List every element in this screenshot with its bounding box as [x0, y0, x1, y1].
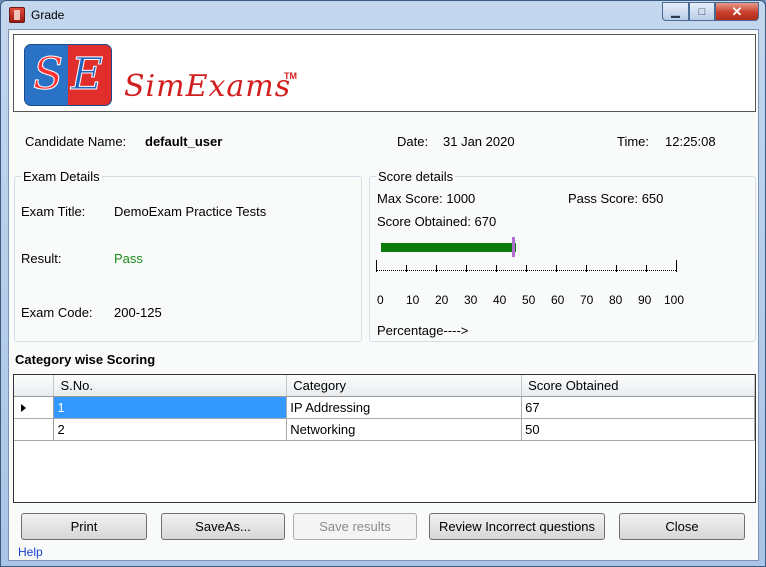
candidate-name: default_user — [145, 134, 223, 149]
exam-title-value: DemoExam Practice Tests — [114, 204, 267, 219]
print-button[interactable]: Print — [21, 513, 147, 540]
scale-tick — [526, 265, 527, 272]
scale-label: 50 — [522, 293, 536, 307]
scale-label: 60 — [551, 293, 565, 307]
cell-score[interactable]: 50 — [521, 418, 755, 441]
candidate-name-label: Candidate Name: — [25, 134, 127, 149]
category-grid[interactable]: S.No. Category Score Obtained 1 IP Addre… — [13, 374, 756, 503]
score-details-title: Score details — [376, 169, 456, 184]
scale-tick — [376, 260, 377, 272]
percentage-label: Percentage----> — [377, 323, 469, 338]
window-title: Grade — [31, 8, 65, 22]
table-row[interactable]: 2 Networking 50 — [14, 418, 755, 441]
minimize-button[interactable]: ▁ — [662, 2, 689, 21]
client-area: S E SimExams TM Candidate Name: default_… — [8, 29, 759, 561]
exam-title-label: Exam Title: — [21, 204, 86, 219]
scale-label: 30 — [464, 293, 478, 307]
logo-letter-e: E — [70, 49, 104, 101]
save-as-button[interactable]: SaveAs... — [161, 513, 285, 540]
close-button[interactable]: Close — [619, 513, 745, 540]
maximize-button[interactable]: □ — [689, 2, 715, 21]
result-value: Pass — [114, 251, 143, 266]
close-window-button[interactable]: ✕ — [715, 2, 759, 21]
column-header-sno[interactable]: S.No. — [53, 375, 288, 397]
exam-details-title: Exam Details — [21, 169, 102, 184]
scale-label: 10 — [406, 293, 420, 307]
current-row-arrow-icon — [21, 403, 26, 412]
column-header-score[interactable]: Score Obtained — [521, 375, 755, 397]
title-bar[interactable]: Grade ▁ □ ✕ — [1, 1, 765, 29]
brand-name: SimExams — [124, 69, 292, 104]
category-heading: Category wise Scoring — [15, 352, 156, 367]
exam-code-value: 200-125 — [114, 305, 162, 320]
grid-corner — [14, 375, 55, 397]
scale-tick — [616, 265, 617, 272]
scale-tick — [436, 265, 437, 272]
logo-letter-s: S — [32, 49, 64, 101]
scale-tick — [556, 265, 557, 272]
score-obtained-label: Score Obtained: 670 — [377, 214, 497, 229]
row-header[interactable] — [14, 396, 55, 419]
time-value: 12:25:08 — [665, 134, 716, 149]
cell-score[interactable]: 67 — [521, 396, 755, 419]
scale-label: 90 — [638, 293, 652, 307]
cell-sno[interactable]: 2 — [53, 418, 288, 441]
scale-tick — [406, 265, 407, 272]
scale-label: 40 — [493, 293, 507, 307]
simexams-logo: S E — [24, 44, 112, 106]
cell-sno[interactable]: 1 — [53, 396, 288, 419]
cell-category[interactable]: IP Addressing — [286, 396, 523, 419]
scale-tick — [646, 265, 647, 272]
scale-tick — [496, 265, 497, 272]
scale-label: 80 — [609, 293, 623, 307]
score-bar-fill — [381, 243, 516, 252]
scale-label: 70 — [580, 293, 594, 307]
scale-label: 100 — [664, 293, 685, 307]
date-value: 31 Jan 2020 — [443, 134, 515, 149]
max-score-label: Max Score: 1000 — [377, 191, 476, 206]
scale-label: 0 — [377, 293, 384, 307]
help-link[interactable]: Help — [18, 545, 43, 559]
scale-tick — [466, 265, 467, 272]
exam-code-label: Exam Code: — [21, 305, 93, 320]
trademark: TM — [284, 71, 297, 81]
table-row[interactable]: 1 IP Addressing 67 — [14, 396, 755, 419]
percentage-scale — [376, 256, 680, 272]
time-label: Time: — [617, 134, 650, 149]
window-controls: ▁ □ ✕ — [662, 2, 759, 22]
pass-marker — [512, 237, 515, 257]
pass-score-label: Pass Score: 650 — [568, 191, 664, 206]
result-label: Result: — [21, 251, 62, 266]
scale-tick — [586, 265, 587, 272]
review-incorrect-button[interactable]: Review Incorrect questions — [429, 513, 605, 540]
scale-label: 20 — [435, 293, 449, 307]
date-label: Date: — [397, 134, 429, 149]
row-header[interactable] — [14, 418, 55, 441]
column-header-category[interactable]: Category — [286, 375, 523, 397]
save-results-button: Save results — [293, 513, 417, 540]
brand-banner: S E SimExams TM — [13, 34, 756, 112]
app-icon — [9, 7, 25, 23]
grade-window: Grade ▁ □ ✕ S E SimExams TM Candidate Na… — [0, 0, 766, 567]
scale-tick — [676, 260, 677, 272]
cell-category[interactable]: Networking — [286, 418, 523, 441]
score-bar — [381, 237, 583, 257]
